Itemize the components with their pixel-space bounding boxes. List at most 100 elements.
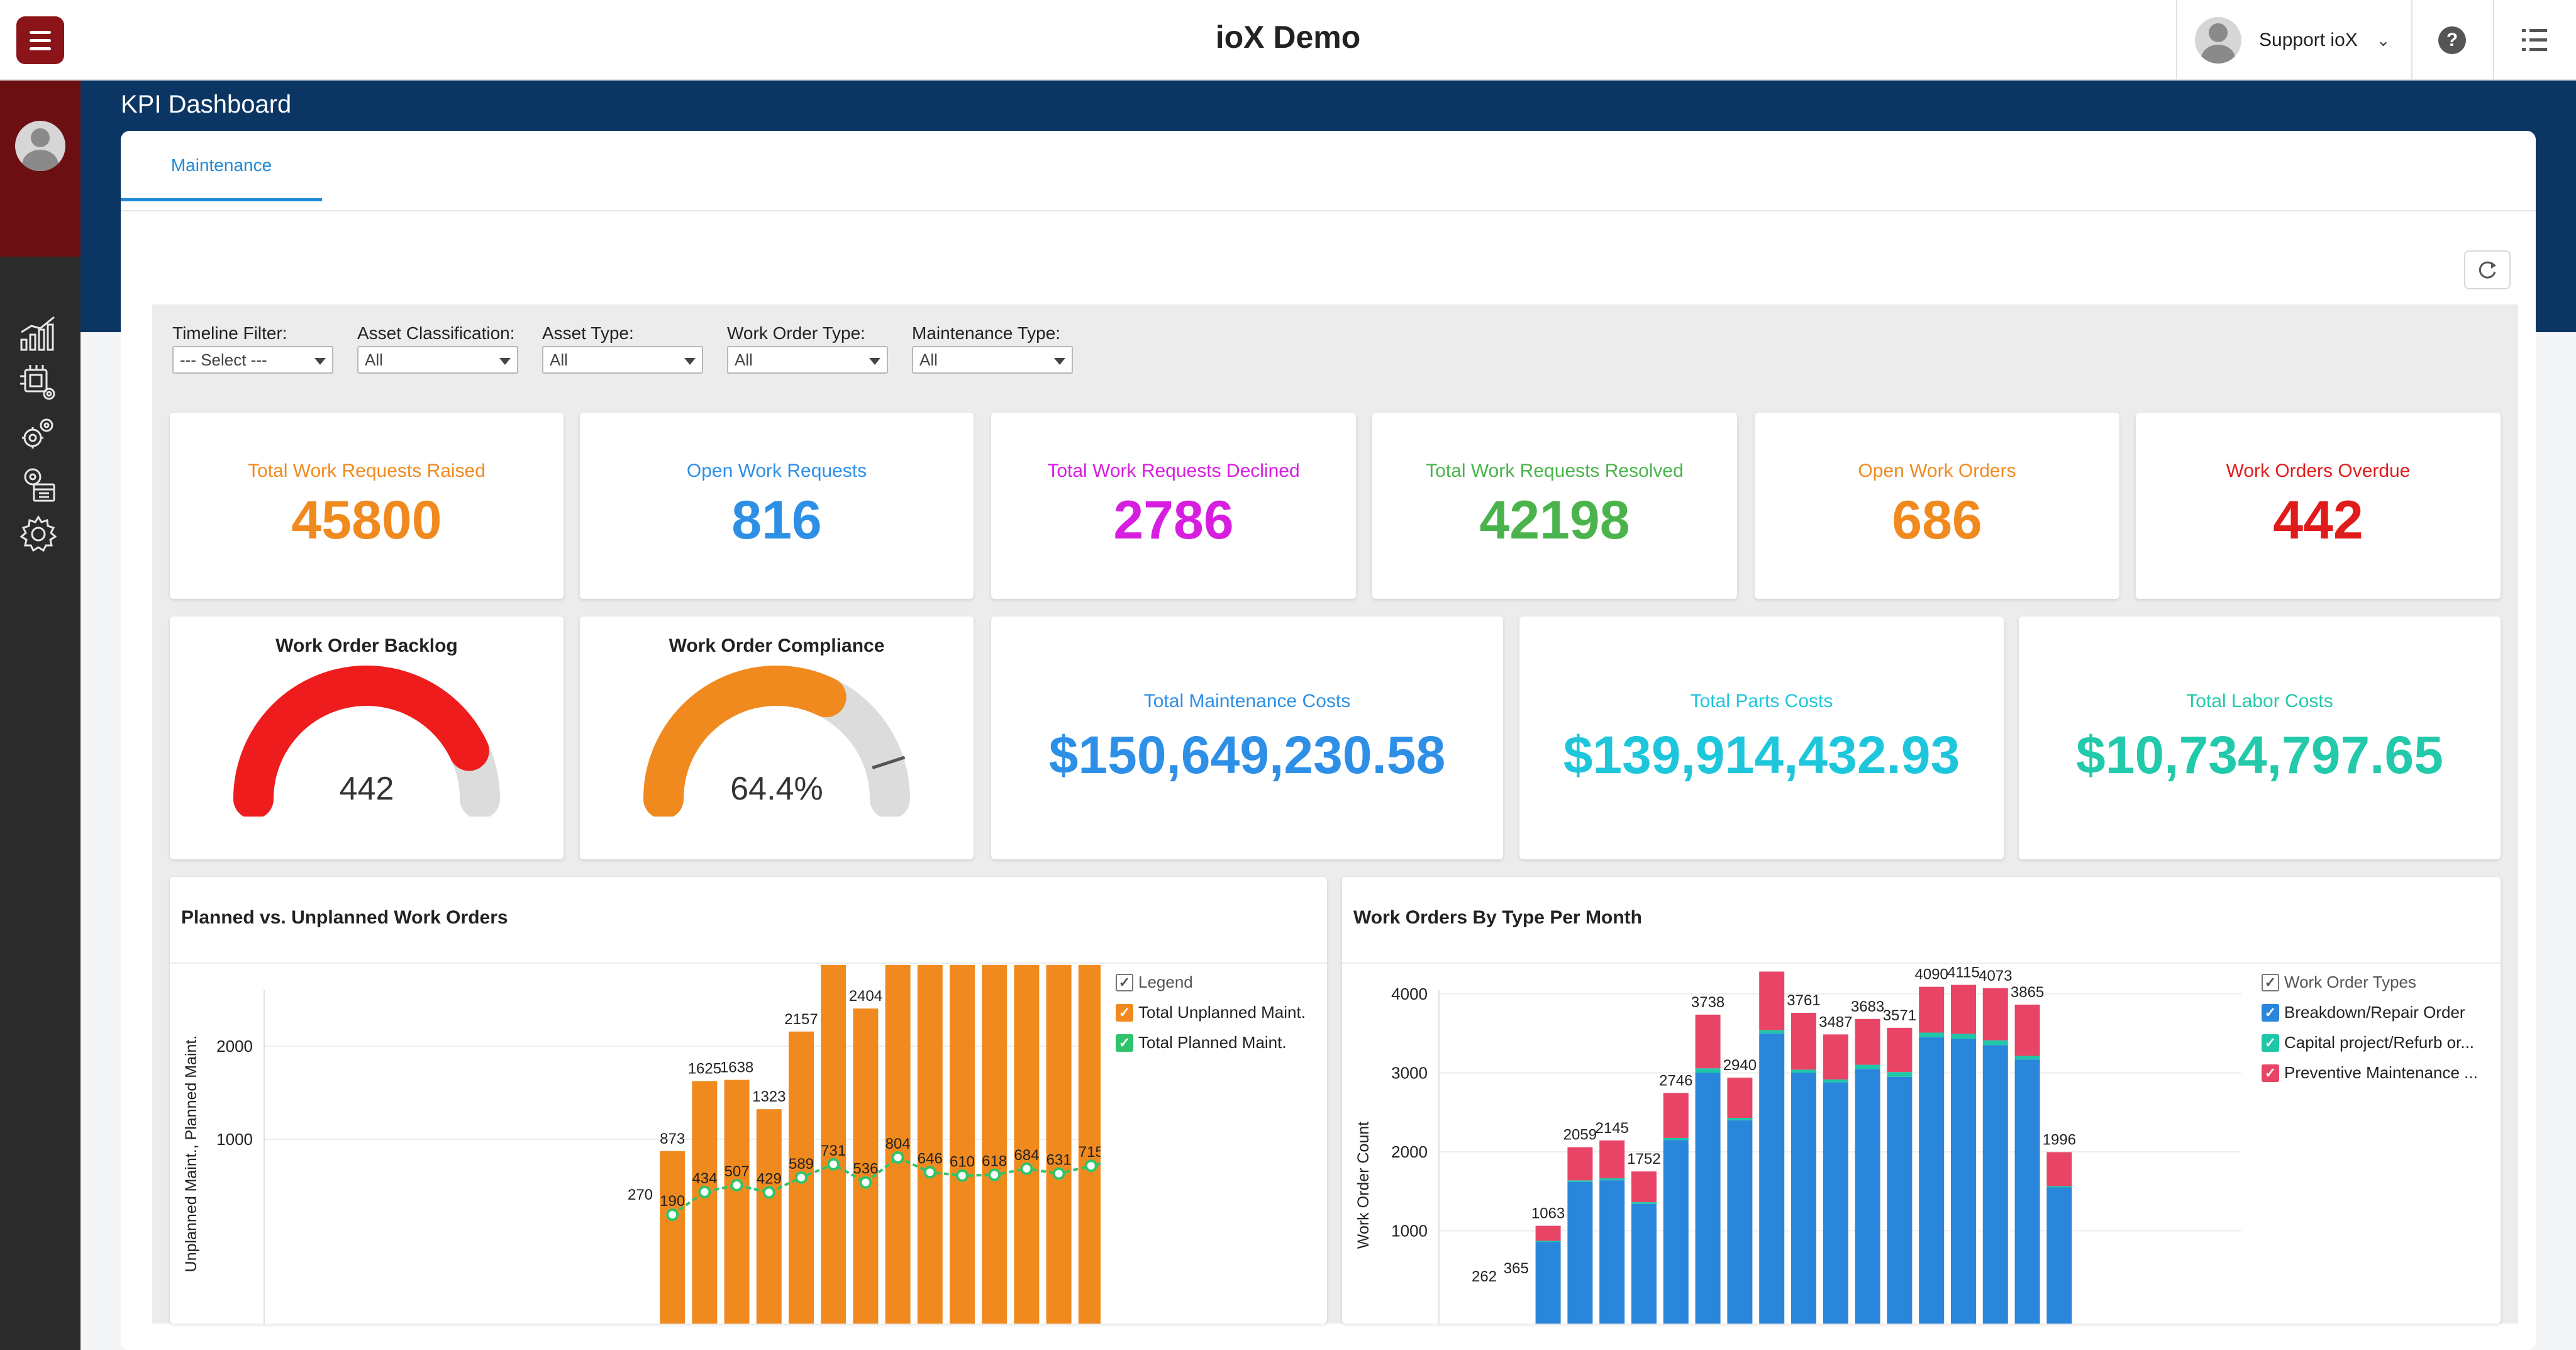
stacked-bar-segment xyxy=(1982,1045,2008,1324)
line-value-label: 646 xyxy=(918,1150,943,1167)
bar-total-label: 1996 xyxy=(2043,1132,2076,1149)
stacked-bar-segment xyxy=(1599,1140,1625,1179)
cost-label: Total Labor Costs xyxy=(2186,691,2333,711)
settings-icon[interactable] xyxy=(18,513,59,555)
kpi-value: 686 xyxy=(1892,490,1982,550)
asset-classification-select[interactable]: All xyxy=(357,346,518,374)
cost-value: $150,649,230.58 xyxy=(1048,725,1446,784)
kpi-label: Work Orders Overdue xyxy=(2226,460,2411,481)
stacked-bar-segment xyxy=(1887,1027,1913,1073)
bar-value-label: 1323 xyxy=(752,1088,786,1105)
maintenance-type-select[interactable]: All xyxy=(912,346,1073,374)
bar-value-label: 1638 xyxy=(720,1059,753,1076)
sidebar-profile xyxy=(0,81,80,257)
stacked-bar-segment xyxy=(1982,1040,2008,1046)
stacked-bar-segment xyxy=(1599,1180,1625,1324)
stacked-bar-segment xyxy=(1631,1171,1657,1203)
planned-point xyxy=(956,1169,969,1182)
bar-total-label: 3683 xyxy=(1851,998,1884,1015)
help-icon[interactable]: ? xyxy=(2438,26,2466,54)
planned-vs-unplanned-chart: 1000200030004000Unplanned Maint., Planne… xyxy=(182,965,1101,1324)
kpi-value: 45800 xyxy=(291,490,442,550)
filter-label: Timeline Filter: xyxy=(172,323,287,343)
legend-item[interactable]: ✓ Total Planned Maint. xyxy=(1116,1033,1287,1052)
avatar[interactable] xyxy=(15,121,65,171)
kpi-card[interactable]: Open Work Orders 686 xyxy=(1755,413,2119,599)
gauge-card-compliance[interactable]: Work Order Compliance 64.4% xyxy=(580,616,974,859)
work-order-type-select[interactable]: All xyxy=(727,346,888,374)
planned-vs-unplanned-panel: Planned vs. Unplanned Work Orders 1000 20… xyxy=(170,877,1327,1324)
gauge-card-backlog[interactable]: Work Order Backlog 442 xyxy=(170,616,564,859)
y-tick-label: 4000 xyxy=(1391,985,1428,1003)
stacked-bar-segment xyxy=(1887,1076,1913,1324)
list-icon[interactable] xyxy=(2522,29,2547,52)
stacked-bar-segment xyxy=(1951,1034,1976,1039)
stacked-bar-segment xyxy=(1759,1030,1785,1034)
legend-item[interactable]: ✓ Preventive Maintenance ... xyxy=(2262,1063,2478,1083)
stacked-bar-segment xyxy=(2014,1056,2040,1060)
tab-maintenance[interactable]: Maintenance xyxy=(121,131,322,201)
timeline-select[interactable]: --- Select --- xyxy=(172,346,333,374)
legend-item[interactable]: ✓ Breakdown/Repair Order xyxy=(2262,1003,2465,1022)
legend-label: Breakdown/Repair Order xyxy=(2284,1003,2465,1022)
user-name: Support ioX xyxy=(2259,30,2358,50)
tab-bar: Maintenance xyxy=(121,131,2536,211)
refresh-button[interactable] xyxy=(2464,250,2511,289)
user-menu[interactable]: Support ioX ⌄ xyxy=(2195,17,2390,64)
chart-icon[interactable] xyxy=(18,312,59,354)
stacked-bar-segment xyxy=(1695,1014,1721,1069)
legend-item[interactable]: ✓ Total Unplanned Maint. xyxy=(1116,1003,1306,1022)
stacked-bar-segment xyxy=(1919,1037,1945,1324)
chevron-down-icon: ⌄ xyxy=(2376,30,2390,50)
filter-label: Asset Classification: xyxy=(357,323,515,343)
cost-label: Total Maintenance Costs xyxy=(1143,691,1351,711)
cost-card[interactable]: Total Maintenance Costs $150,649,230.58 xyxy=(991,616,1503,859)
planned-point xyxy=(1052,1167,1065,1180)
stacked-bar-segment xyxy=(1951,985,1976,1034)
planned-point xyxy=(891,1151,904,1164)
kpi-card[interactable]: Total Work Requests Resolved 42198 xyxy=(1372,413,1737,599)
divider xyxy=(1342,962,2501,964)
bar-total-label: 2746 xyxy=(1659,1072,1692,1089)
bar-total-label: 4073 xyxy=(1979,968,2012,985)
bar-total-label: 2940 xyxy=(1723,1057,1757,1074)
line-value-label: 589 xyxy=(789,1156,814,1173)
unplanned-bar xyxy=(1014,965,1040,1324)
stacked-bar-segment xyxy=(1535,1225,1561,1241)
kpi-card[interactable]: Work Orders Overdue 442 xyxy=(2136,413,2501,599)
kpi-card[interactable]: Total Work Requests Declined 2786 xyxy=(991,413,1356,599)
stacked-bar-segment xyxy=(1631,1202,1657,1204)
filter-maintenance-type: Maintenance Type: All xyxy=(912,323,1073,374)
line-value-label: 631 xyxy=(1046,1152,1072,1169)
cost-card[interactable]: Total Labor Costs $10,734,797.65 xyxy=(2019,616,2501,859)
stacked-bar-segment xyxy=(1951,1039,1976,1324)
bar-total-label: 3487 xyxy=(1819,1013,1852,1030)
line-value-label: 804 xyxy=(886,1135,911,1152)
stacked-bar-segment xyxy=(1535,1242,1561,1324)
calendar-gear-icon[interactable] xyxy=(18,463,59,505)
cost-value: $10,734,797.65 xyxy=(2076,725,2443,784)
stacked-bar-segment xyxy=(1567,1147,1593,1181)
stacked-bar-segment xyxy=(1823,1079,1848,1083)
sidebar xyxy=(0,81,80,1350)
stacked-bar-segment xyxy=(1695,1073,1721,1324)
asset-type-select[interactable]: All xyxy=(542,346,703,374)
stacked-bar-segment xyxy=(1823,1034,1848,1079)
hamburger-menu-icon[interactable] xyxy=(16,16,64,64)
legend-item[interactable]: ✓ Capital project/Refurb or... xyxy=(2262,1033,2474,1052)
unplanned-bar xyxy=(692,1081,718,1324)
legend-heading[interactable]: ✓ Work Order Types xyxy=(2262,973,2416,992)
unplanned-bar xyxy=(660,1151,686,1324)
unplanned-bar xyxy=(1046,965,1072,1324)
kpi-card[interactable]: Total Work Requests Raised 45800 xyxy=(170,413,564,599)
gears-icon[interactable] xyxy=(18,413,59,454)
chart-legend: ✓ Legend ✓ Total Unplanned Maint. ✓ Tota… xyxy=(1116,973,1323,1061)
filter-label: Work Order Type: xyxy=(727,323,865,343)
kpi-card[interactable]: Open Work Requests 816 xyxy=(580,413,974,599)
cost-card[interactable]: Total Parts Costs $139,914,432.93 xyxy=(1519,616,2004,859)
legend-heading[interactable]: ✓ Legend xyxy=(1116,973,1193,992)
stacked-bar-segment xyxy=(1791,1069,1816,1073)
bar-total-label: 2145 xyxy=(1596,1120,1629,1137)
chip-gear-icon[interactable] xyxy=(18,362,59,404)
planned-point xyxy=(698,1185,711,1198)
